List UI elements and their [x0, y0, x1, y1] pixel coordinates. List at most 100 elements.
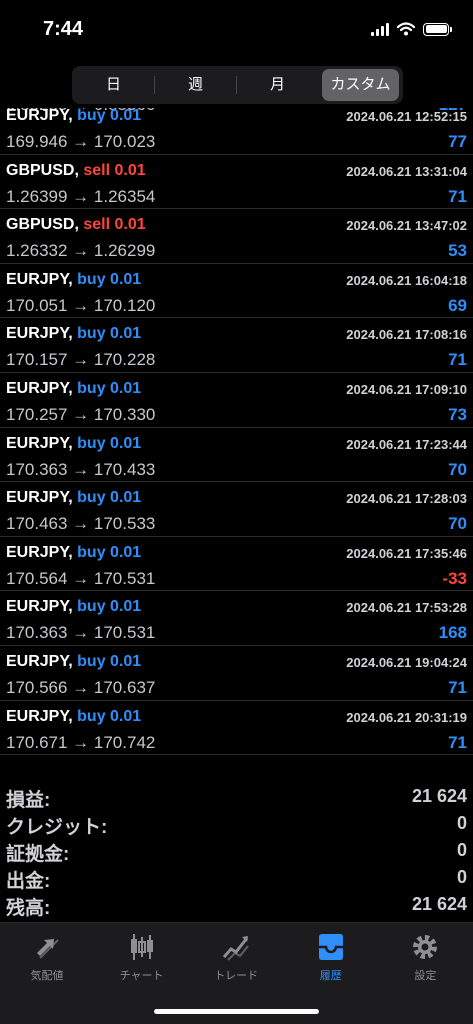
- trade-price: 170.157 → 170.228: [6, 350, 156, 370]
- symbol-name: EURJPY,: [6, 325, 73, 343]
- trade-time: 2024.06.21 19:04:24: [346, 654, 467, 670]
- trade-symbol: EURJPY, buy 0.01: [6, 380, 141, 398]
- tab-label: トレード: [214, 970, 259, 982]
- summary-margin: 証拠金: 0: [0, 837, 473, 865]
- trade-profit: 53: [448, 241, 467, 261]
- trade-time: 2024.06.21 17:53:28: [346, 600, 467, 616]
- symbol-name: EURJPY,: [6, 379, 73, 397]
- trade-time: 2024.06.21 17:28:03: [346, 491, 467, 507]
- segment-divider: [154, 76, 155, 94]
- trade-row[interactable]: EURJPY, buy 0.01 2024.06.21 16:04:18 170.0…: [0, 264, 473, 319]
- trade-profit: 71: [448, 350, 467, 370]
- trade-symbol: GBPUSD, sell 0.01: [6, 216, 146, 234]
- summary-label: 残高:: [6, 898, 51, 919]
- symbol-name: EURJPY,: [6, 107, 73, 124]
- trade-symbol: EURJPY, buy 0.01: [6, 708, 141, 726]
- trade-symbol: GBPUSD, sell 0.01: [6, 162, 146, 180]
- trade-price: 169.946 → 170.023: [6, 132, 156, 151]
- trade-time: 2024.06.21 13:31:04: [346, 163, 467, 179]
- trade-row[interactable]: EURJPY, buy 0.01 2024.06.21 12:52:15 169.9…: [0, 100, 473, 155]
- trade-price: 170.051 → 170.120: [6, 295, 156, 315]
- segment-day[interactable]: 日: [76, 69, 151, 101]
- trade-price: 170.564 → 170.531: [6, 568, 156, 588]
- home-indicator: [154, 1009, 319, 1014]
- history-icon: [318, 934, 343, 960]
- segment-divider: [236, 76, 237, 94]
- trade-direction: buy 0.01: [77, 434, 142, 452]
- symbol-name: EURJPY,: [6, 489, 73, 507]
- summary-profit: 損益: 21 624: [0, 783, 473, 811]
- trade-direction: buy 0.01: [77, 598, 142, 616]
- trade-direction: buy 0.01: [77, 707, 142, 725]
- symbol-name: GBPUSD,: [6, 161, 79, 179]
- trade-profit: 73: [448, 404, 467, 424]
- summary-value: 0: [456, 867, 467, 887]
- trade-row[interactable]: GBPUSD, sell 0.01 2024.06.21 13:31:04 1.26…: [0, 155, 473, 210]
- trade-price: 170.463 → 170.533: [6, 514, 156, 534]
- trade-price: 1.26399 → 1.26354: [6, 186, 156, 206]
- cellular-signal-icon: [371, 22, 389, 36]
- trade-price: 1.26332 → 1.26299: [6, 241, 156, 261]
- trade-direction: buy 0.01: [77, 652, 142, 670]
- trade-profit: 70: [448, 514, 467, 534]
- status-icons: [371, 22, 452, 36]
- trade-time: 2024.06.21 17:09:10: [346, 381, 467, 397]
- history-list[interactable]: EURJPY, buy 0.01 2024.06.21 12:52:15 169.9…: [0, 100, 473, 756]
- summary-balance: 残高: 21 624: [0, 891, 473, 919]
- status-time: 7:44: [43, 18, 84, 40]
- trade-direction: buy 0.01: [77, 325, 142, 343]
- trade-symbol: EURJPY, buy 0.01: [6, 107, 141, 125]
- trade-row[interactable]: EURJPY, buy 0.01 2024.06.21 17:53:28 170.3…: [0, 591, 473, 646]
- trade-row[interactable]: EURJPY, buy 0.01 2024.06.21 17:08:16 170.1…: [0, 318, 473, 373]
- segment-week[interactable]: 週: [158, 69, 233, 101]
- summary-value: 0: [456, 813, 467, 833]
- wifi-icon: [397, 22, 415, 36]
- summary-withdrawal: 出金: 0: [0, 864, 473, 892]
- trade-price: 170.671 → 170.742: [6, 732, 156, 752]
- trade-row[interactable]: EURJPY, buy 0.01 2024.06.21 17:28:03 170.4…: [0, 482, 473, 537]
- segment-custom[interactable]: カスタム: [322, 69, 399, 101]
- tab-quotes[interactable]: 気配値: [0, 931, 94, 983]
- trade-time: 2024.06.21 20:31:19: [346, 709, 467, 725]
- symbol-name: EURJPY,: [6, 652, 73, 670]
- tab-history[interactable]: 履歴: [284, 931, 378, 983]
- trade-row[interactable]: EURJPY, buy 0.01 2024.06.21 17:09:10 170.2…: [0, 373, 473, 428]
- symbol-name: EURJPY,: [6, 707, 73, 725]
- trade-row[interactable]: GBPUSD, sell 0.01 2024.06.21 13:47:02 1.26…: [0, 209, 473, 264]
- trade-symbol: EURJPY, buy 0.01: [6, 325, 141, 343]
- summary-value: 0: [456, 840, 467, 860]
- trade-profit: 71: [448, 186, 467, 206]
- trade-row[interactable]: EURJPY, buy 0.01 2024.06.21 20:31:19 170.6…: [0, 701, 473, 756]
- trade-symbol: EURJPY, buy 0.01: [6, 598, 141, 616]
- trade-profit: 69: [448, 295, 467, 315]
- tab-label: 履歴: [319, 970, 342, 982]
- tab-bar: 気配値 チャート トレード 履歴 設定: [0, 922, 473, 1024]
- summary-label: 出金:: [6, 871, 51, 892]
- summary-value: 21 624: [411, 894, 467, 914]
- summary-section: 損益: 21 624 クレジット: 0 証拠金: 0 出金: 0 残高: 21 624: [0, 783, 473, 919]
- trade-row[interactable]: EURJPY, buy 0.01 2024.06.21 17:23:44 170.3…: [0, 428, 473, 483]
- summary-credit: クレジット: 0: [0, 810, 473, 838]
- summary-label: 損益:: [6, 790, 51, 811]
- trade-row[interactable]: EURJPY, buy 0.01 2024.06.21 19:04:24 170.5…: [0, 646, 473, 701]
- trade-symbol: EURJPY, buy 0.01: [6, 271, 141, 289]
- tab-trade[interactable]: トレード: [189, 931, 283, 983]
- summary-value: 21 624: [411, 786, 467, 806]
- trade-symbol: EURJPY, buy 0.01: [6, 653, 141, 671]
- trade-price: 170.363 → 170.433: [6, 459, 156, 479]
- settings-gear-icon: [413, 935, 438, 959]
- trade-row[interactable]: EURJPY, buy 0.01 2024.06.21 17:35:46 170.5…: [0, 537, 473, 592]
- summary-label: クレジット:: [6, 817, 108, 838]
- trade-direction: buy 0.01: [77, 379, 142, 397]
- trade-symbol: EURJPY, buy 0.01: [6, 435, 141, 453]
- trade-icon: [223, 936, 249, 961]
- trade-profit: 77: [448, 132, 467, 151]
- tab-settings[interactable]: 設定: [378, 931, 472, 983]
- tab-chart[interactable]: チャート: [95, 931, 189, 983]
- trade-profit: 71: [448, 732, 467, 752]
- trade-price: 170.257 → 170.330: [6, 404, 156, 424]
- trade-time: 2024.06.21 13:47:02: [346, 218, 467, 234]
- segment-month[interactable]: 月: [240, 69, 315, 101]
- trade-profit: 71: [448, 677, 467, 697]
- trade-time: 2024.06.21 17:23:44: [346, 436, 467, 452]
